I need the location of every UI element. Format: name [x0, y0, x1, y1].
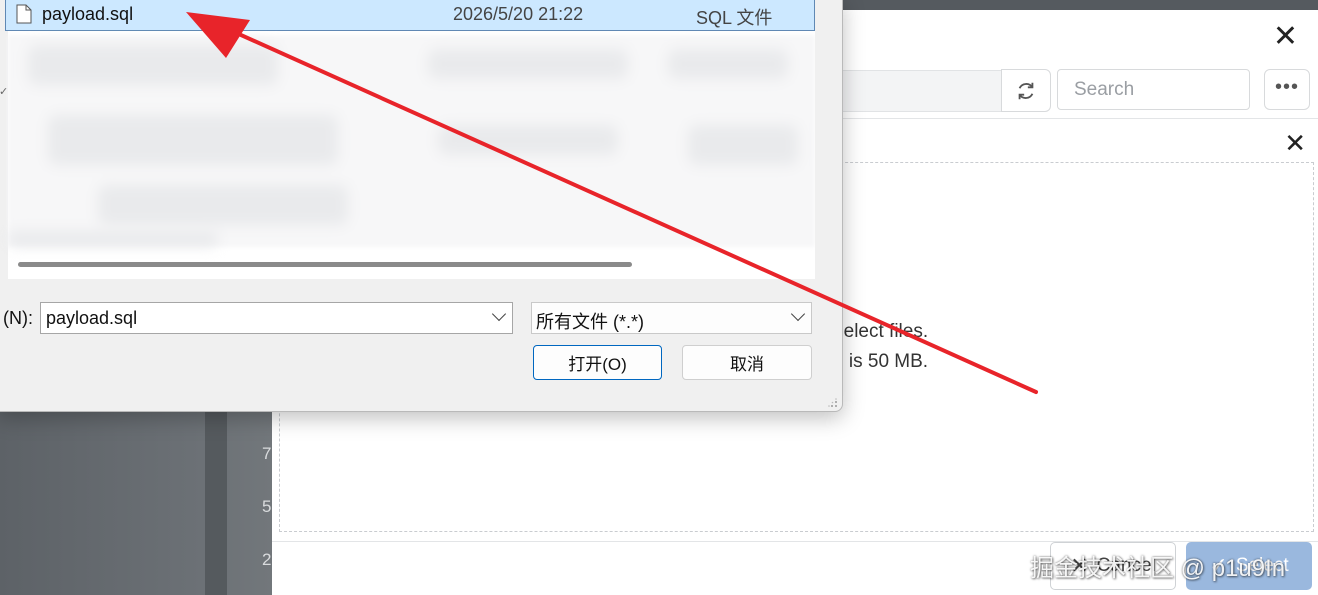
open-button[interactable]: 打开(O): [533, 345, 662, 380]
resize-grip-icon[interactable]: [828, 398, 838, 408]
blurred-row: [8, 231, 218, 247]
filetype-combobox[interactable]: 所有文件 (*.*): [531, 302, 812, 334]
blurred-row: [98, 185, 348, 225]
document-icon: [16, 4, 32, 24]
blurred-row: [668, 49, 788, 79]
search-input[interactable]: [1057, 69, 1250, 110]
refresh-button[interactable]: [1001, 69, 1051, 112]
file-modified-date: 2026/5/20 21:22: [453, 4, 584, 24]
vertical-scroll-track[interactable]: [815, 0, 842, 279]
watermark-text: 掘金技术社区 @ p1u9In: [1030, 555, 1286, 582]
blurred-file-rows: [8, 35, 815, 247]
path-input[interactable]: [842, 70, 1002, 112]
background-row-number: 5: [262, 497, 272, 516]
blurred-row: [28, 45, 278, 85]
more-options-button[interactable]: •••: [1264, 69, 1310, 110]
filename-label: (N):: [3, 308, 33, 328]
horizontal-scrollbar[interactable]: [18, 262, 632, 267]
filename-combobox[interactable]: payload.sql: [40, 302, 513, 334]
file-row-selected[interactable]: payload.sql 2026/5/20 21:22 SQL 文件: [5, 0, 815, 31]
file-list[interactable]: payload.sql 2026/5/20 21:22 SQL 文件: [5, 0, 815, 279]
modal-close-icon[interactable]: ✕: [1273, 22, 1298, 52]
blurred-row: [688, 125, 798, 165]
background-row-number: 2: [262, 550, 272, 569]
filename-value: payload.sql: [46, 308, 138, 328]
refresh-icon: [1018, 82, 1034, 99]
panel-close-icon[interactable]: ✕: [1284, 130, 1306, 156]
blurred-row: [438, 125, 618, 155]
chevron-down-icon[interactable]: [491, 306, 507, 322]
blurred-row: [428, 49, 628, 79]
dialog-cancel-button[interactable]: 取消: [682, 345, 812, 380]
file-name: payload.sql: [42, 4, 134, 24]
chevron-down-icon[interactable]: [790, 306, 806, 322]
toolbar-divider: [832, 118, 1318, 119]
file-type: SQL 文件: [696, 8, 773, 28]
background-row-number: 7: [262, 444, 272, 463]
blurred-row: [48, 115, 338, 165]
background-app-column: [205, 410, 227, 595]
filetype-value: 所有文件 (*.*): [536, 312, 644, 332]
checkmark-icon: ✓: [0, 86, 9, 98]
background-app-panel: [0, 410, 272, 595]
open-file-dialog: payload.sql 2026/5/20 21:22 SQL 文件 ✓ (N)…: [0, 0, 843, 412]
